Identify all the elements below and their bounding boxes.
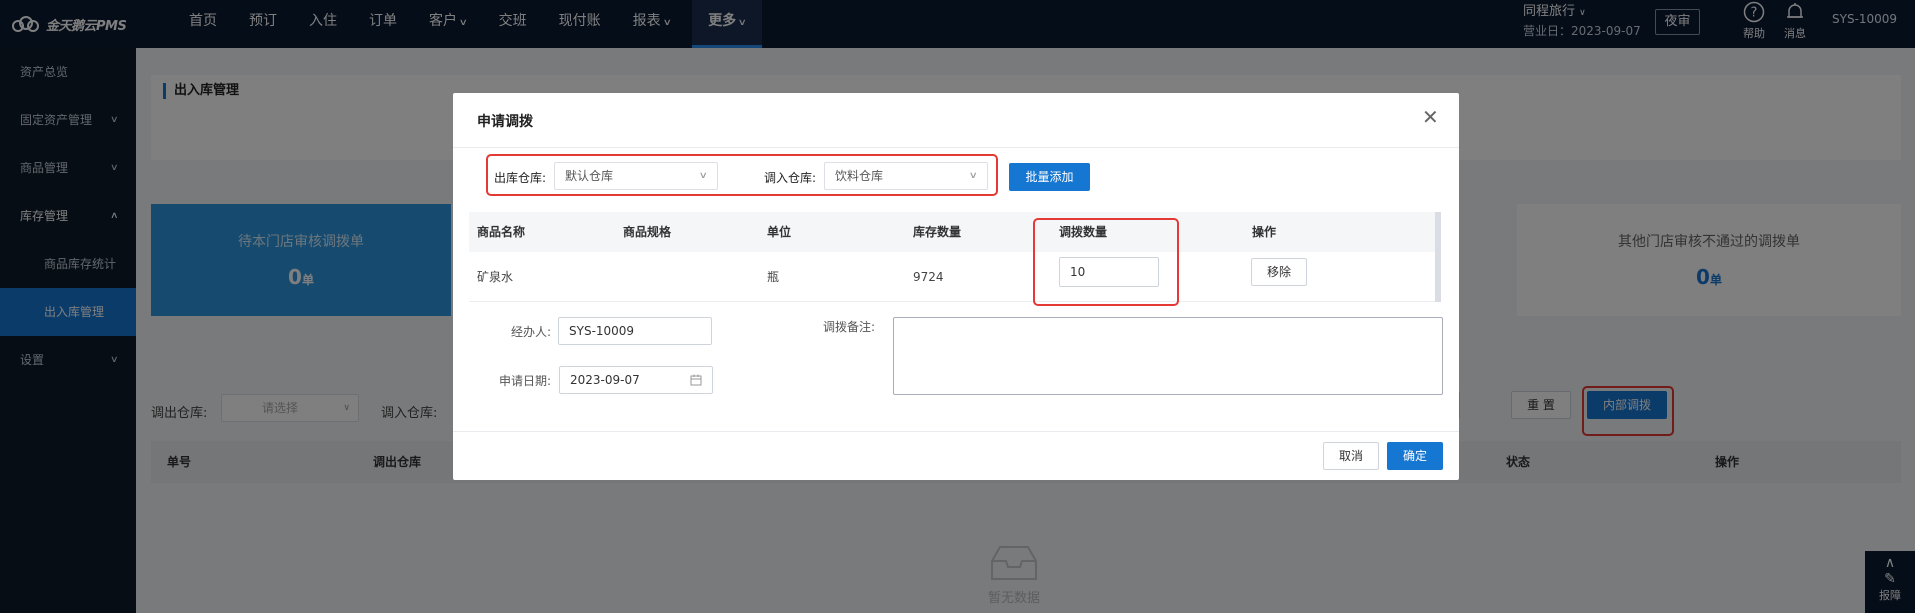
handler-label: 经办人: [511, 325, 552, 339]
remove-button[interactable]: 移除 [1251, 258, 1307, 286]
goods-unit: 瓶 [767, 270, 780, 284]
goods-stock: 9724 [913, 270, 944, 284]
highlight-box [486, 154, 998, 196]
grid-scrollbar[interactable] [1435, 212, 1441, 302]
close-icon[interactable]: ✕ [1422, 107, 1439, 127]
apply-date-label: 申请日期: [499, 374, 552, 388]
batch-add-button[interactable]: 批量添加 [1009, 163, 1090, 191]
goods-grid-header: 商品名称 商品规格 单位 库存数量 调拨数量 操作 [469, 212, 1441, 252]
handler-input[interactable]: SYS-10009 [558, 317, 712, 345]
col-unit: 单位 [767, 225, 792, 239]
remark-textarea[interactable] [893, 317, 1443, 395]
apply-date-picker[interactable]: 2023-09-07 [559, 366, 713, 394]
dialog-title: 申请调拨 [477, 114, 533, 130]
cancel-button[interactable]: 取消 [1323, 442, 1379, 470]
transfer-request-dialog: 申请调拨 ✕ 出库仓库: 默认仓库 ∨ 调入仓库: 饮料仓库 ∨ 批量添加 商品… [453, 93, 1459, 480]
confirm-button[interactable]: 确定 [1387, 442, 1443, 470]
col-action: 操作 [1252, 225, 1277, 239]
col-stock: 库存数量 [913, 225, 962, 239]
highlight-box [1033, 218, 1179, 306]
goods-name: 矿泉水 [477, 270, 514, 284]
apply-date-value: 2023-09-07 [570, 373, 640, 387]
divider [453, 147, 1459, 148]
divider [453, 431, 1459, 432]
remark-label: 调拨备注: [823, 320, 876, 334]
col-goods-spec: 商品规格 [623, 225, 672, 239]
calendar-icon [690, 374, 702, 386]
col-goods-name: 商品名称 [477, 225, 526, 239]
